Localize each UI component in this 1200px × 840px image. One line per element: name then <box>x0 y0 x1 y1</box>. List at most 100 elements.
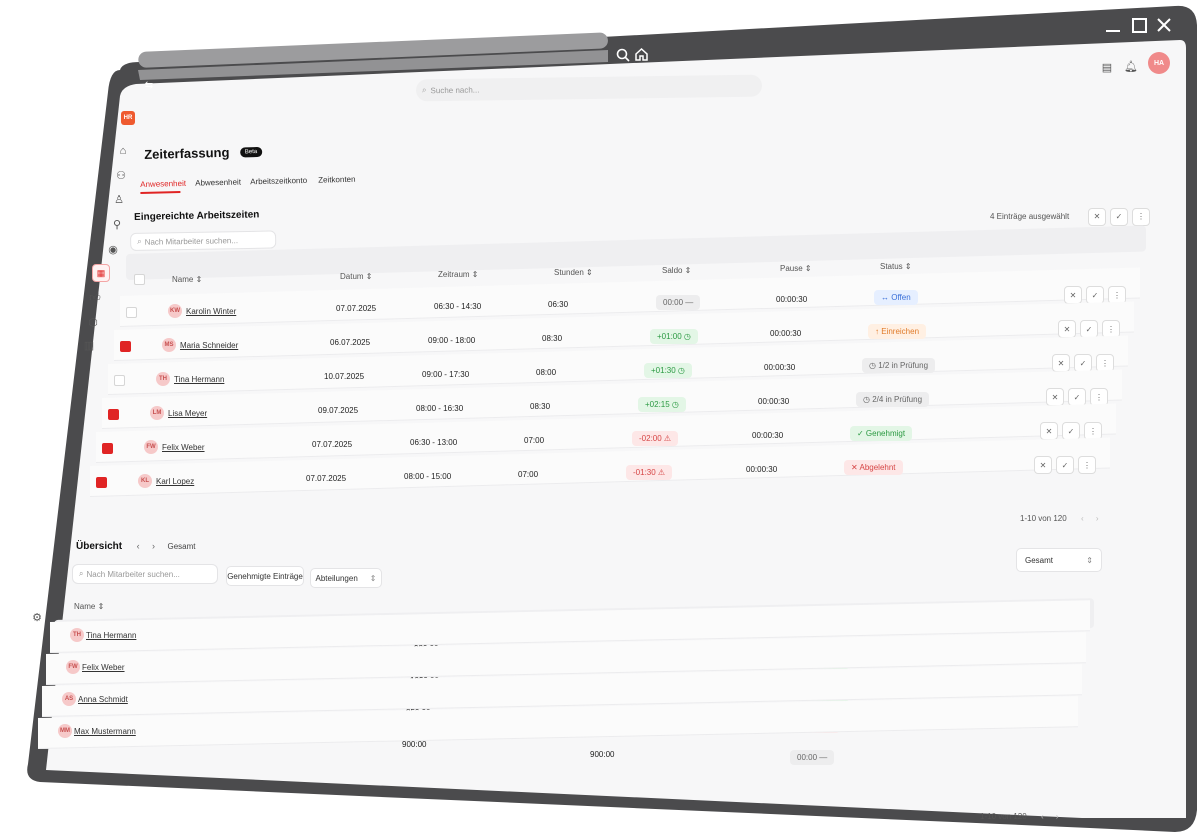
next-page-icon[interactable]: › <box>1096 514 1099 523</box>
saldo-badge: 00:00 — <box>656 294 701 310</box>
bulk-approve-button[interactable]: ✓ <box>1110 207 1128 226</box>
overview-period-value: Gesamt <box>1025 555 1054 565</box>
prev-page-icon[interactable]: ‹ <box>1041 812 1044 821</box>
reject-button[interactable]: ✕ <box>1034 456 1052 475</box>
settings-icon[interactable]: ⚙ <box>30 610 44 624</box>
column-header-zeitraum[interactable]: Zeitraum ⇕ <box>438 270 479 279</box>
employee-name-link[interactable]: Karolin Winter <box>186 307 236 316</box>
maximize-icon[interactable] <box>1132 18 1147 33</box>
cell-date: 07.07.2025 <box>336 304 377 314</box>
cell-pause: 00:00:30 <box>746 465 778 475</box>
header-checkbox[interactable] <box>134 274 145 285</box>
saldo-badge: +01:30 ◷ <box>644 362 692 378</box>
tab-active-underline <box>140 191 181 194</box>
overview-column-header-name[interactable]: Name ⇕ <box>74 602 104 611</box>
departments-filter[interactable]: Abteilungen ⇕ <box>310 568 382 588</box>
tab-zeitkonten[interactable]: Zeitkonten <box>318 175 356 185</box>
user-avatar[interactable]: HA <box>1148 52 1170 74</box>
tab-abwesenheit[interactable]: Abwesenheit <box>195 178 241 188</box>
user-add-icon[interactable]: ⚲ <box>110 217 124 231</box>
users-icon[interactable]: ⚇ <box>114 168 128 182</box>
employee-name-link[interactable]: Tina Hermann <box>86 631 136 640</box>
employee-name-link[interactable]: Karl Lopez <box>156 477 194 486</box>
cell-date: 07.07.2025 <box>312 440 353 450</box>
cell-hours: 08:30 <box>542 333 563 343</box>
approved-entries-label: Genehmigte Einträge <box>227 571 303 581</box>
bulk-actions: ✕ ✓ ⋮ <box>1084 206 1150 226</box>
approved-entries-filter[interactable]: Genehmigte Einträge <box>226 566 304 586</box>
saldo-badge: +02:15 ◷ <box>638 396 686 412</box>
pagination-text: 1-10 von 120 <box>980 812 1027 821</box>
chevron-updown-icon: ⇕ <box>369 573 377 583</box>
browser-home-icon[interactable] <box>634 47 649 62</box>
cell-pause: 00:00:30 <box>758 397 790 407</box>
tab-anwesenheit[interactable]: Anwesenheit <box>140 179 186 189</box>
reject-button[interactable]: ✕ <box>1064 286 1082 305</box>
status-badge: ↔ Offen <box>874 290 918 306</box>
reject-button[interactable]: ✕ <box>1046 388 1064 407</box>
column-header-pause[interactable]: Pause ⇕ <box>780 264 812 273</box>
overview-search-input[interactable]: ⌕ Nach Mitarbeiter suchen... <box>72 564 218 584</box>
employee-name-link[interactable]: Felix Weber <box>162 443 205 452</box>
reject-button[interactable]: ✕ <box>1040 422 1058 441</box>
overview-search-placeholder: Nach Mitarbeiter suchen... <box>86 569 180 579</box>
cell-date: 09.07.2025 <box>318 406 359 416</box>
close-icon[interactable] <box>1156 17 1172 33</box>
window-controls <box>1100 14 1180 36</box>
search-icon: ⌕ <box>421 85 427 95</box>
beta-badge: Beta <box>239 146 263 158</box>
cell-soll: 900:00 <box>590 750 615 759</box>
cell-hours: 07:00 <box>524 435 545 445</box>
cell-range: 09:00 - 18:00 <box>428 336 476 346</box>
row-checkbox[interactable] <box>102 443 113 455</box>
row-checkbox[interactable] <box>126 307 137 319</box>
reject-button[interactable]: ✕ <box>1058 320 1076 339</box>
settings-sliders-icon[interactable]: ⇆ <box>142 78 156 92</box>
chart-icon[interactable]: ▥ <box>82 338 96 352</box>
saldo-badge: -01:30 ⚠ <box>626 464 673 480</box>
next-period-icon[interactable]: › <box>152 541 155 551</box>
chevron-updown-icon: ⇕ <box>1086 555 1093 565</box>
more-button[interactable]: ⋮ <box>1078 456 1096 475</box>
tab-arbeitszeitkonto[interactable]: Arbeitszeitkonto <box>250 176 307 186</box>
next-page-icon[interactable]: › <box>1056 812 1059 821</box>
column-header-status[interactable]: Status ⇕ <box>880 262 912 271</box>
document-icon[interactable]: ▤ <box>1100 60 1114 74</box>
submitted-pagination: 1-10 von 120 ‹ › <box>1020 514 1099 523</box>
home-icon[interactable]: ⌂ <box>116 144 130 158</box>
row-checkbox[interactable] <box>108 409 119 421</box>
approve-button[interactable]: ✓ <box>1056 456 1074 475</box>
overview-title: Übersicht <box>76 541 123 552</box>
employee-name-link[interactable]: Tina Hermann <box>174 375 224 384</box>
bulk-more-button[interactable]: ⋮ <box>1132 207 1150 226</box>
user-icon[interactable]: ♙ <box>112 192 126 206</box>
prev-period-icon[interactable]: ‹ <box>137 541 140 551</box>
page-header: Zeiterfassung Beta <box>144 143 263 164</box>
row-checkbox[interactable] <box>120 341 131 353</box>
column-header-datum[interactable]: Datum ⇕ <box>340 272 373 281</box>
row-checkbox[interactable] <box>114 375 125 387</box>
cell-hours: 08:30 <box>530 401 551 411</box>
browser-search-icon[interactable] <box>616 48 630 62</box>
selected-count: 4 Einträge ausgewählt <box>990 212 1070 221</box>
employee-name-link[interactable]: Lisa Meyer <box>168 409 207 418</box>
overview-period-select[interactable]: Gesamt ⇕ <box>1016 548 1102 572</box>
employee-name-link[interactable]: Maria Schneider <box>180 341 238 350</box>
reject-button[interactable]: ✕ <box>1052 354 1070 373</box>
bulk-reject-button[interactable]: ✕ <box>1088 207 1106 226</box>
minimize-icon[interactable] <box>1106 30 1120 32</box>
employee-name-link[interactable]: Anna Schmidt <box>78 695 128 704</box>
bell-icon[interactable]: 🔔︎ <box>1124 59 1138 73</box>
cell-ist: 900:00 <box>402 740 427 749</box>
column-header-saldo[interactable]: Saldo ⇕ <box>662 266 691 275</box>
cell-pause: 00:00:30 <box>776 295 808 305</box>
app-logo[interactable]: HR <box>121 111 135 125</box>
row-checkbox[interactable] <box>96 477 107 489</box>
column-header-name[interactable]: Name ⇕ <box>172 275 202 284</box>
employee-name-link[interactable]: Max Mustermann <box>74 727 136 736</box>
search-icon: ⌕ <box>79 569 84 578</box>
prev-page-icon[interactable]: ‹ <box>1081 514 1084 523</box>
column-header-stunden[interactable]: Stunden ⇕ <box>554 268 593 277</box>
employee-name-link[interactable]: Felix Weber <box>82 663 125 672</box>
row-actions: ✕ ✓ ⋮ <box>1030 455 1096 475</box>
